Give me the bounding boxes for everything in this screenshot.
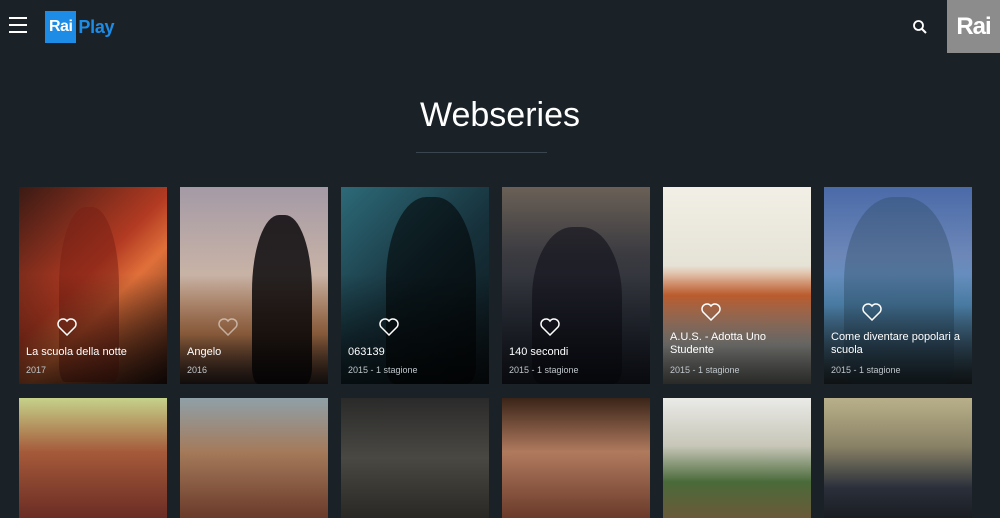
series-card-row2-3[interactable] (341, 398, 489, 518)
series-card-row2-5[interactable] (663, 398, 811, 518)
page-title: Webseries (420, 96, 580, 134)
card-title: La scuola della notte (26, 346, 127, 358)
card-title: Angelo (187, 346, 222, 358)
card-meta: 2015 - 1 stagione (509, 365, 579, 375)
series-card-angelo[interactable]: Angelo 2016 (180, 187, 328, 384)
series-card-row2-6[interactable] (824, 398, 972, 518)
card-image (502, 398, 650, 518)
card-meta: 2017 (26, 365, 47, 375)
series-card-row2-1[interactable] (19, 398, 167, 518)
card-meta: 2016 (187, 365, 208, 375)
favorite-heart-icon[interactable] (862, 303, 882, 322)
series-card-063139[interactable]: 063139 2015 - 1 stagione (341, 187, 489, 384)
series-card-la-scuola-della-notte[interactable]: La scuola della notte 2017 (19, 187, 167, 384)
card-image (663, 398, 811, 518)
favorite-heart-icon[interactable] (57, 318, 77, 337)
hamburger-menu-icon[interactable] (9, 17, 27, 33)
card-image (19, 398, 167, 518)
favorite-heart-icon[interactable] (701, 303, 721, 322)
series-card-aus-adotta-uno-studente[interactable]: A.U.S. - Adotta Uno Studente 2015 - 1 st… (663, 187, 811, 384)
search-icon[interactable] (912, 19, 928, 35)
top-bar: Rai Play Rai (0, 0, 1000, 54)
card-title: 063139 (348, 346, 385, 358)
card-meta: 2015 - 1 stagione (348, 365, 418, 375)
card-title: A.U.S. - Adotta Uno Studente (670, 331, 766, 356)
rai-badge[interactable]: Rai (947, 0, 1000, 53)
favorite-heart-icon[interactable] (218, 318, 238, 337)
favorite-heart-icon[interactable] (379, 318, 399, 337)
card-title: Come diventare popolari a scuola (831, 331, 961, 356)
series-card-row2-4[interactable] (502, 398, 650, 518)
card-image (180, 398, 328, 518)
series-card-come-diventare-popolari-a-scuola[interactable]: Come diventare popolari a scuola 2015 - … (824, 187, 972, 384)
title-divider (416, 152, 547, 153)
card-title: 140 secondi (509, 346, 569, 358)
favorite-heart-icon[interactable] (540, 318, 560, 337)
series-card-140-secondi[interactable]: 140 secondi 2015 - 1 stagione (502, 187, 650, 384)
series-card-row2-2[interactable] (180, 398, 328, 518)
card-image (341, 398, 489, 518)
logo-play-text: Play (78, 16, 115, 37)
card-image (824, 398, 972, 518)
card-meta: 2015 - 1 stagione (670, 365, 740, 375)
card-meta: 2015 - 1 stagione (831, 365, 901, 375)
raiplay-logo[interactable]: Rai Play (45, 11, 115, 43)
logo-rai-text: Rai (45, 11, 77, 43)
